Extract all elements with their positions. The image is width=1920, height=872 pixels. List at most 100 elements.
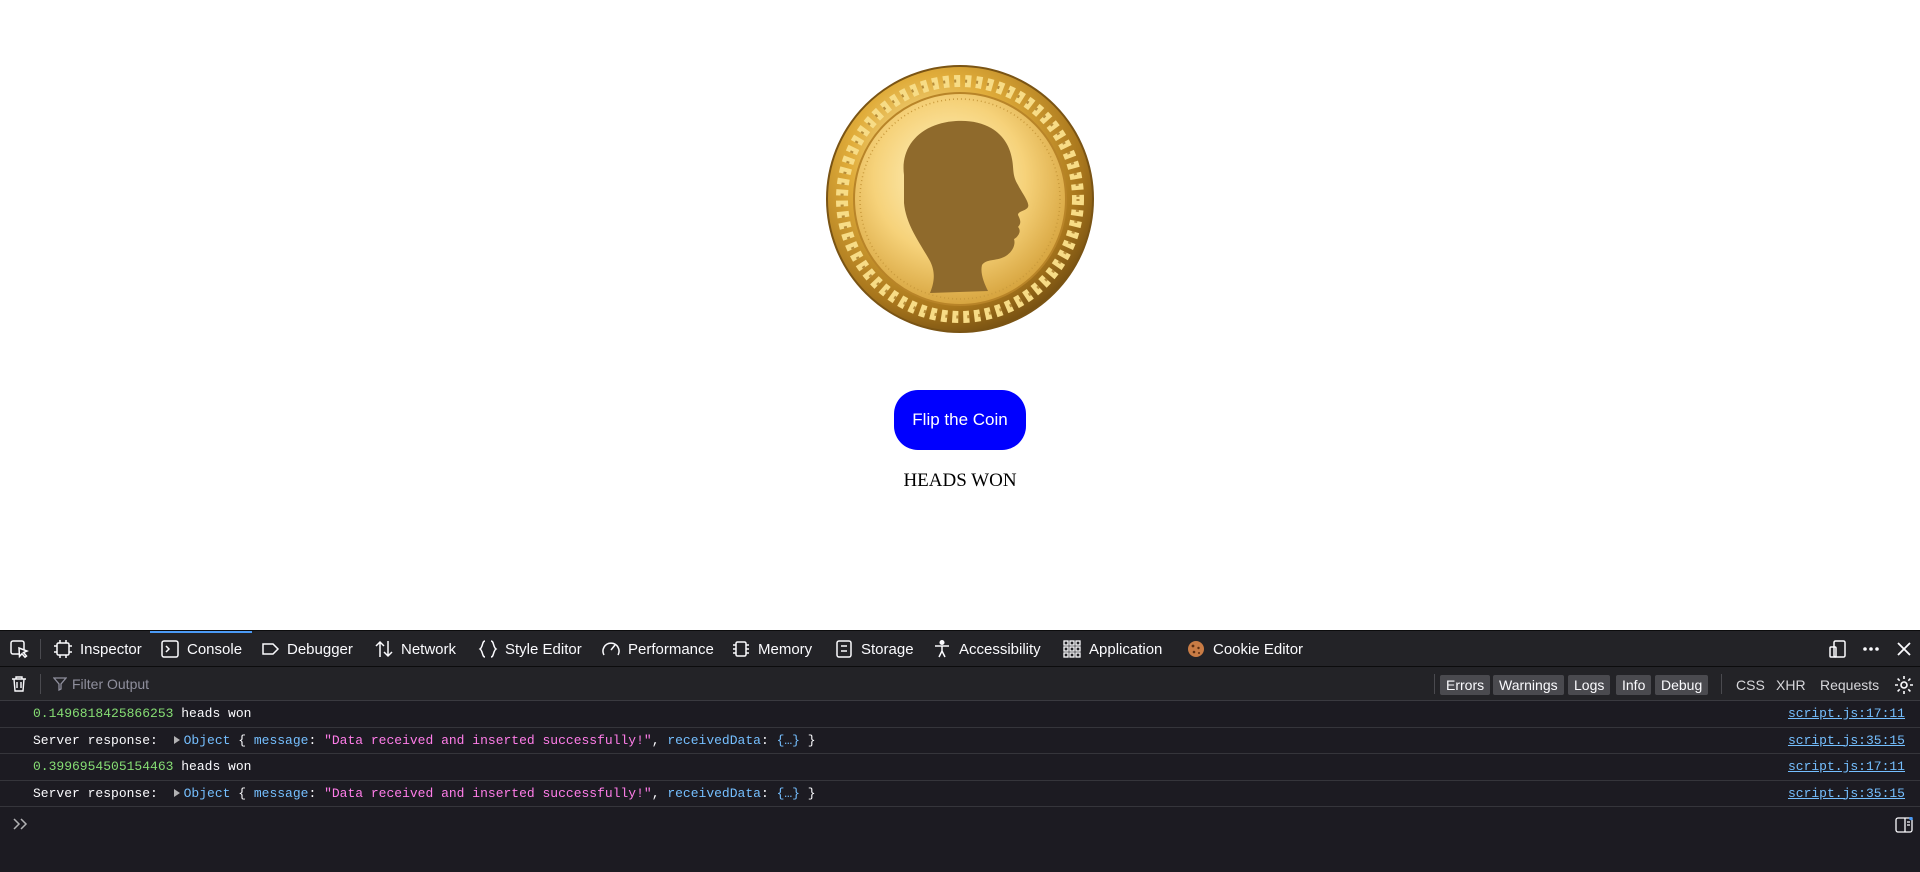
object-key: receivedData	[667, 732, 761, 748]
object-label[interactable]: Object	[184, 786, 231, 801]
filter-warnings-button[interactable]: Warnings	[1493, 675, 1564, 695]
object-nested-value[interactable]: {…}	[777, 733, 800, 748]
filter-xhr-button[interactable]: XHR	[1776, 675, 1806, 695]
log-entry: 0.3996954505154463 heads won script.js:1…	[0, 754, 1920, 781]
devtools-tabbar: Inspector Console Debugger Network Style…	[0, 631, 1920, 667]
filter-logs-button[interactable]: Logs	[1568, 675, 1611, 695]
expand-arrow-icon[interactable]	[173, 735, 180, 744]
more-options-icon[interactable]	[1861, 639, 1881, 659]
coin-image	[826, 65, 1094, 333]
log-number: 0.3996954505154463	[33, 759, 174, 774]
object-comma: ,	[651, 785, 668, 801]
expand-arrow-icon[interactable]	[173, 788, 180, 797]
object-close: }	[799, 785, 816, 801]
close-devtools-icon[interactable]	[1894, 639, 1914, 659]
console-command-input[interactable]	[40, 813, 1860, 837]
gauge-icon	[601, 639, 621, 659]
grid-icon	[1062, 639, 1082, 659]
tab-application[interactable]: Application	[1062, 631, 1162, 667]
filter-errors-button[interactable]: Errors	[1440, 675, 1491, 695]
tab-label: Inspector	[80, 640, 142, 658]
tab-label: Accessibility	[959, 640, 1041, 658]
log-entry: Server response: Object { message: "Data…	[0, 781, 1920, 807]
filter-separator	[40, 674, 41, 694]
debugger-icon	[260, 639, 280, 659]
tab-debugger[interactable]: Debugger	[260, 631, 353, 667]
tab-inspector[interactable]: Inspector	[53, 631, 142, 667]
log-message: 0.3996954505154463 heads won	[33, 754, 251, 780]
devtools-panel: Inspector Console Debugger Network Style…	[0, 630, 1920, 872]
braces-icon	[478, 639, 498, 659]
tab-storage[interactable]: Storage	[834, 631, 914, 667]
tab-label: Style Editor	[505, 640, 582, 658]
log-prefix: Server response:	[33, 732, 166, 748]
accessibility-icon	[932, 639, 952, 659]
extra-separator	[1721, 674, 1722, 694]
object-comma: ,	[651, 732, 668, 748]
object-label[interactable]: Object	[184, 733, 231, 748]
console-filterbar: Errors Warnings Logs Info Debug CSS XHR …	[0, 667, 1920, 701]
result-text: HEADS WON	[903, 470, 1017, 491]
tab-label: Memory	[758, 640, 813, 658]
responsive-design-icon[interactable]	[1828, 639, 1848, 659]
log-message: Server response: Object { message: "Data…	[33, 781, 816, 807]
web-page: Flip the Coin HEADS WON	[0, 0, 1920, 630]
object-open: {	[230, 785, 254, 801]
log-source-link[interactable]: script.js:35:15	[1788, 728, 1905, 754]
tab-label: Storage	[861, 640, 914, 658]
flip-coin-button[interactable]: Flip the Coin	[894, 390, 1026, 450]
tab-network[interactable]: Network	[374, 631, 456, 667]
cookie-icon	[1186, 639, 1206, 659]
object-colon: :	[308, 785, 325, 801]
filter-output-input[interactable]	[48, 671, 1428, 697]
tab-style-editor[interactable]: Style Editor	[478, 631, 582, 667]
clear-console-icon[interactable]	[10, 675, 28, 693]
log-text: heads won	[173, 759, 252, 774]
filter-requests-button[interactable]: Requests	[1820, 675, 1879, 695]
chip-icon	[731, 639, 751, 659]
log-source-link[interactable]: script.js:17:11	[1788, 701, 1905, 727]
tab-accessibility[interactable]: Accessibility	[932, 631, 1041, 667]
log-message: 0.1496818425866253 heads won	[33, 701, 251, 727]
tab-console[interactable]: Console	[149, 631, 253, 667]
object-key: message	[253, 785, 309, 801]
prompt-chevron-icon	[13, 818, 28, 830]
object-nested-value[interactable]: {…}	[777, 786, 800, 801]
object-string-value: "Data received and inserted successfully…	[324, 732, 652, 748]
element-picker-icon[interactable]	[9, 639, 29, 659]
log-source-link[interactable]: script.js:17:11	[1788, 754, 1905, 780]
log-entry: 0.1496818425866253 heads won script.js:1…	[0, 701, 1920, 728]
object-colon: :	[760, 785, 777, 801]
filter-debug-button[interactable]: Debug	[1655, 675, 1709, 695]
filter-info-button[interactable]: Info	[1616, 675, 1652, 695]
log-source-link[interactable]: script.js:35:15	[1788, 781, 1905, 807]
object-key: receivedData	[667, 785, 761, 801]
log-message: Server response: Object { message: "Data…	[33, 728, 816, 754]
tab-memory[interactable]: Memory	[731, 631, 812, 667]
object-colon: :	[308, 732, 325, 748]
sidebar-toggle-icon[interactable]	[1895, 817, 1913, 833]
object-close: }	[799, 732, 816, 748]
log-number: 0.1496818425866253	[33, 706, 174, 721]
storage-icon	[834, 639, 854, 659]
object-string-value: "Data received and inserted successfully…	[324, 785, 652, 801]
tab-cookie-editor[interactable]: Cookie Editor	[1186, 631, 1303, 667]
console-settings-gear-icon[interactable]	[1894, 675, 1914, 695]
tab-label: Performance	[628, 640, 714, 658]
tab-label: Cookie Editor	[1213, 640, 1304, 658]
tab-label: Console	[187, 640, 243, 658]
log-text: heads won	[173, 706, 252, 721]
console-icon	[160, 639, 180, 659]
object-colon: :	[760, 732, 777, 748]
log-entry: Server response: Object { message: "Data…	[0, 728, 1920, 754]
tab-performance[interactable]: Performance	[601, 631, 714, 667]
object-open: {	[230, 732, 254, 748]
levels-separator	[1434, 674, 1435, 694]
filter-css-button[interactable]: CSS	[1736, 675, 1765, 695]
object-key: message	[253, 732, 309, 748]
console-input-row	[0, 809, 1920, 841]
console-output: 0.1496818425866253 heads won script.js:1…	[0, 701, 1920, 807]
toolbar-separator	[40, 639, 41, 659]
tab-label: Debugger	[287, 640, 353, 658]
inspector-icon	[53, 639, 73, 659]
